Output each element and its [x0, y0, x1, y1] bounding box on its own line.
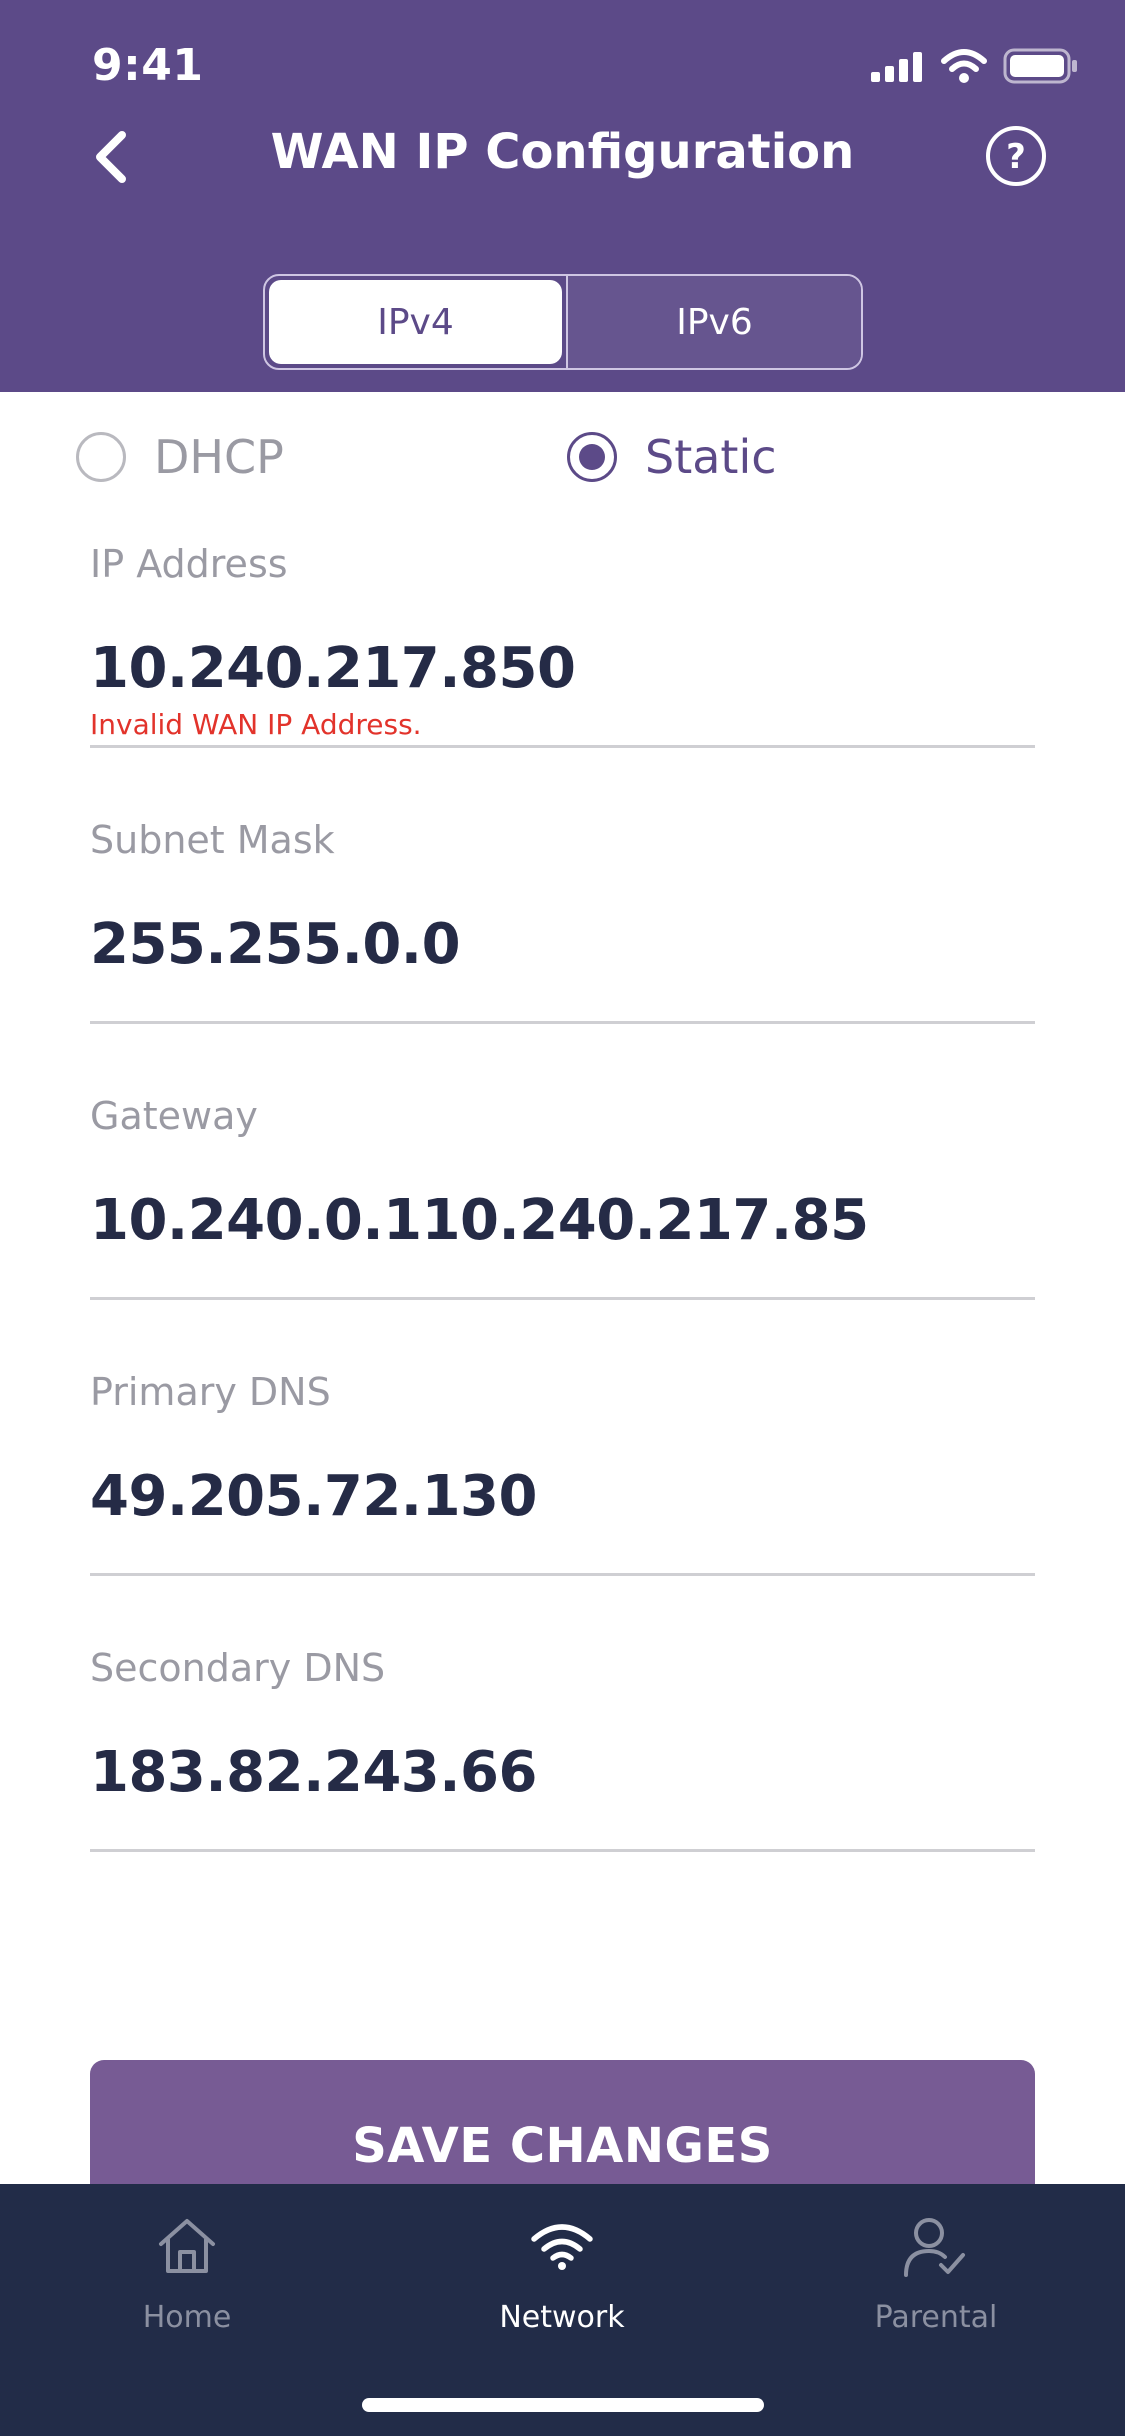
subnet-mask-input[interactable]: 255.255.0.0 [90, 912, 461, 977]
radio-dhcp[interactable]: DHCP [76, 430, 284, 484]
status-time: 9:41 [92, 40, 204, 91]
ip-address-underline [90, 745, 1035, 748]
parental-icon [904, 2218, 965, 2277]
secondary-dns-underline [90, 1849, 1035, 1852]
tab-network[interactable]: Network [412, 2206, 712, 2335]
ip-address-error: Invalid WAN IP Address. [90, 708, 422, 741]
gateway-field: Gateway 10.240.0.110.240.217.85 [90, 1094, 1035, 1304]
subnet-mask-field: Subnet Mask 255.255.0.0 [90, 818, 1035, 1028]
ip-version-switch: IPv4 IPv6 [263, 274, 863, 370]
wifi-status-icon [941, 49, 987, 87]
primary-dns-input[interactable]: 49.205.72.130 [90, 1464, 537, 1529]
radio-circle-selected [567, 432, 617, 482]
radio-label-static: Static [645, 430, 777, 484]
screen: 9:41 WAN IP Configuration ? IPv4 IPv6 DH… [0, 0, 1125, 2436]
header: 9:41 WAN IP Configuration ? IPv4 IPv6 [0, 0, 1125, 392]
wifi-icon [531, 2224, 593, 2270]
secondary-dns-field: Secondary DNS 183.82.243.66 [90, 1646, 1035, 1856]
help-icon: ? [986, 126, 1046, 186]
home-indicator[interactable] [362, 2398, 764, 2412]
home-icon [159, 2219, 215, 2273]
gateway-underline [90, 1297, 1035, 1300]
secondary-dns-input[interactable]: 183.82.243.66 [90, 1740, 537, 1805]
ip-address-label: IP Address [90, 542, 288, 586]
radio-static[interactable]: Static [567, 430, 777, 484]
radio-circle [76, 432, 126, 482]
primary-dns-field: Primary DNS 49.205.72.130 [90, 1370, 1035, 1580]
tab-home-label: Home [142, 2300, 232, 2335]
primary-dns-label: Primary DNS [90, 1370, 331, 1414]
gateway-input[interactable]: 10.240.0.110.240.217.85 [90, 1188, 869, 1253]
gateway-label: Gateway [90, 1094, 258, 1138]
tab-home[interactable]: Home [37, 2206, 337, 2335]
subnet-mask-label: Subnet Mask [90, 818, 335, 862]
signal-icon [871, 50, 925, 86]
status-icons [871, 48, 1079, 88]
tab-ipv4[interactable]: IPv4 [269, 280, 562, 364]
svg-text:?: ? [1006, 137, 1026, 177]
tab-network-label: Network [499, 2300, 625, 2335]
tab-ipv6[interactable]: IPv6 [566, 276, 861, 368]
page-title: WAN IP Configuration [270, 124, 855, 180]
tab-parental-label: Parental [874, 2300, 998, 2335]
radio-label-dhcp: DHCP [154, 430, 284, 484]
primary-dns-underline [90, 1573, 1035, 1576]
subnet-mask-underline [90, 1021, 1035, 1024]
help-button[interactable]: ? [984, 124, 1048, 188]
secondary-dns-label: Secondary DNS [90, 1646, 386, 1690]
ip-address-input[interactable]: 10.240.217.850 [90, 636, 576, 701]
battery-icon [1003, 48, 1079, 88]
connection-mode: DHCP Static [0, 420, 1125, 490]
ip-address-field: IP Address 10.240.217.850 Invalid WAN IP… [90, 542, 1035, 752]
tab-parental[interactable]: Parental [786, 2206, 1086, 2335]
